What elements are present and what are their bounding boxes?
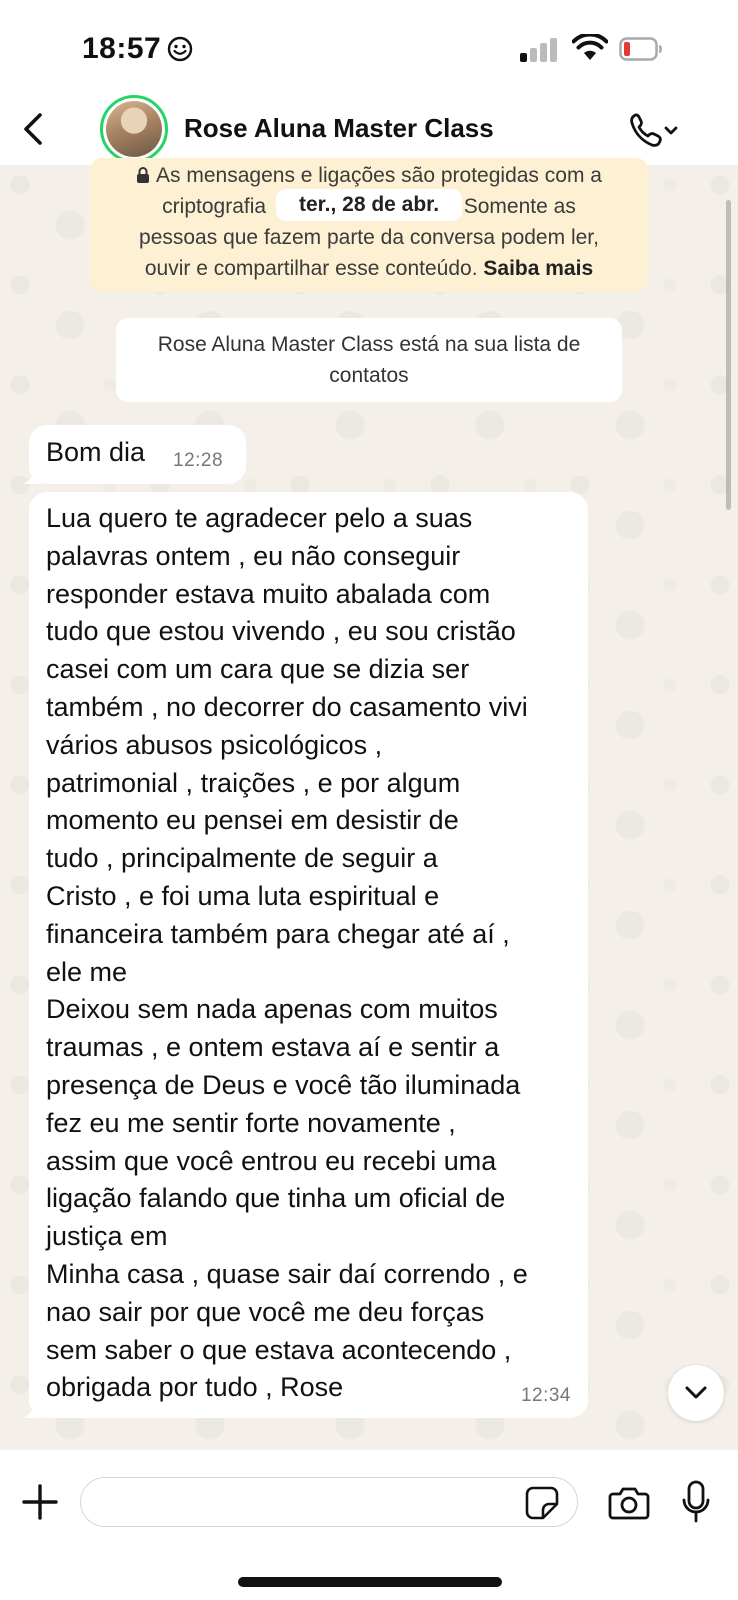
scroll-to-bottom-button[interactable] bbox=[668, 1365, 724, 1421]
message-text: Lua quero te agradecer pelo a suas palav… bbox=[46, 503, 528, 1403]
learn-more-link[interactable]: Saiba mais bbox=[483, 257, 593, 280]
chevron-down-icon bbox=[685, 1386, 707, 1399]
bubble-tail bbox=[23, 1400, 41, 1418]
message-bubble[interactable]: Bom dia 12:28 bbox=[23, 425, 246, 484]
attach-button[interactable] bbox=[20, 1482, 60, 1527]
camera-button[interactable] bbox=[608, 1486, 650, 1525]
microphone-button[interactable] bbox=[681, 1480, 711, 1529]
call-button[interactable] bbox=[628, 111, 680, 156]
back-icon bbox=[24, 113, 42, 145]
signal-icon bbox=[520, 38, 560, 67]
plus-icon bbox=[22, 1484, 58, 1520]
message-bubble[interactable]: Lua quero te agradecer pelo a suas palav… bbox=[23, 492, 588, 1418]
encryption-notice[interactable]: As mensagens e ligações são protegidas c… bbox=[90, 158, 648, 292]
chevron-down-icon bbox=[664, 126, 678, 135]
contact-notice[interactable]: Rose Aluna Master Class está na sua list… bbox=[116, 318, 622, 402]
message-input[interactable] bbox=[80, 1477, 578, 1527]
contact-name[interactable]: Rose Aluna Master Class bbox=[184, 113, 494, 144]
status-time: 18:57 bbox=[82, 32, 162, 65]
message-text: Bom dia bbox=[46, 437, 146, 467]
sticker-icon bbox=[525, 1486, 559, 1520]
message-composer bbox=[0, 1450, 738, 1600]
avatar bbox=[106, 101, 162, 157]
encryption-line-3: pessoas que fazem parte da conversa pode… bbox=[139, 226, 599, 249]
home-indicator[interactable] bbox=[238, 1577, 502, 1587]
contact-avatar[interactable] bbox=[100, 95, 168, 163]
lock-icon bbox=[137, 167, 150, 183]
battery-icon bbox=[619, 37, 663, 66]
encryption-line-1: As mensagens e ligações são protegidas c… bbox=[90, 160, 648, 191]
phone-icon bbox=[630, 113, 662, 147]
chat-header: Rose Aluna Master Class bbox=[0, 95, 738, 165]
wifi-icon bbox=[571, 32, 609, 67]
encryption-line-4: ouvir e compartilhar esse conteúdo. Saib… bbox=[144, 257, 594, 280]
date-chip: ter., 28 de abr. bbox=[276, 189, 462, 221]
message-time: 12:28 bbox=[173, 450, 224, 471]
message-time: 12:34 bbox=[520, 1385, 571, 1406]
camera-icon bbox=[608, 1487, 650, 1520]
smiley-icon bbox=[167, 36, 193, 67]
bubble-tail bbox=[23, 466, 41, 484]
microphone-icon bbox=[682, 1480, 710, 1523]
scrollbar[interactable] bbox=[726, 200, 731, 510]
back-button[interactable] bbox=[18, 109, 48, 149]
status-bar: 18:57 bbox=[0, 0, 738, 95]
sticker-button[interactable] bbox=[525, 1486, 559, 1525]
